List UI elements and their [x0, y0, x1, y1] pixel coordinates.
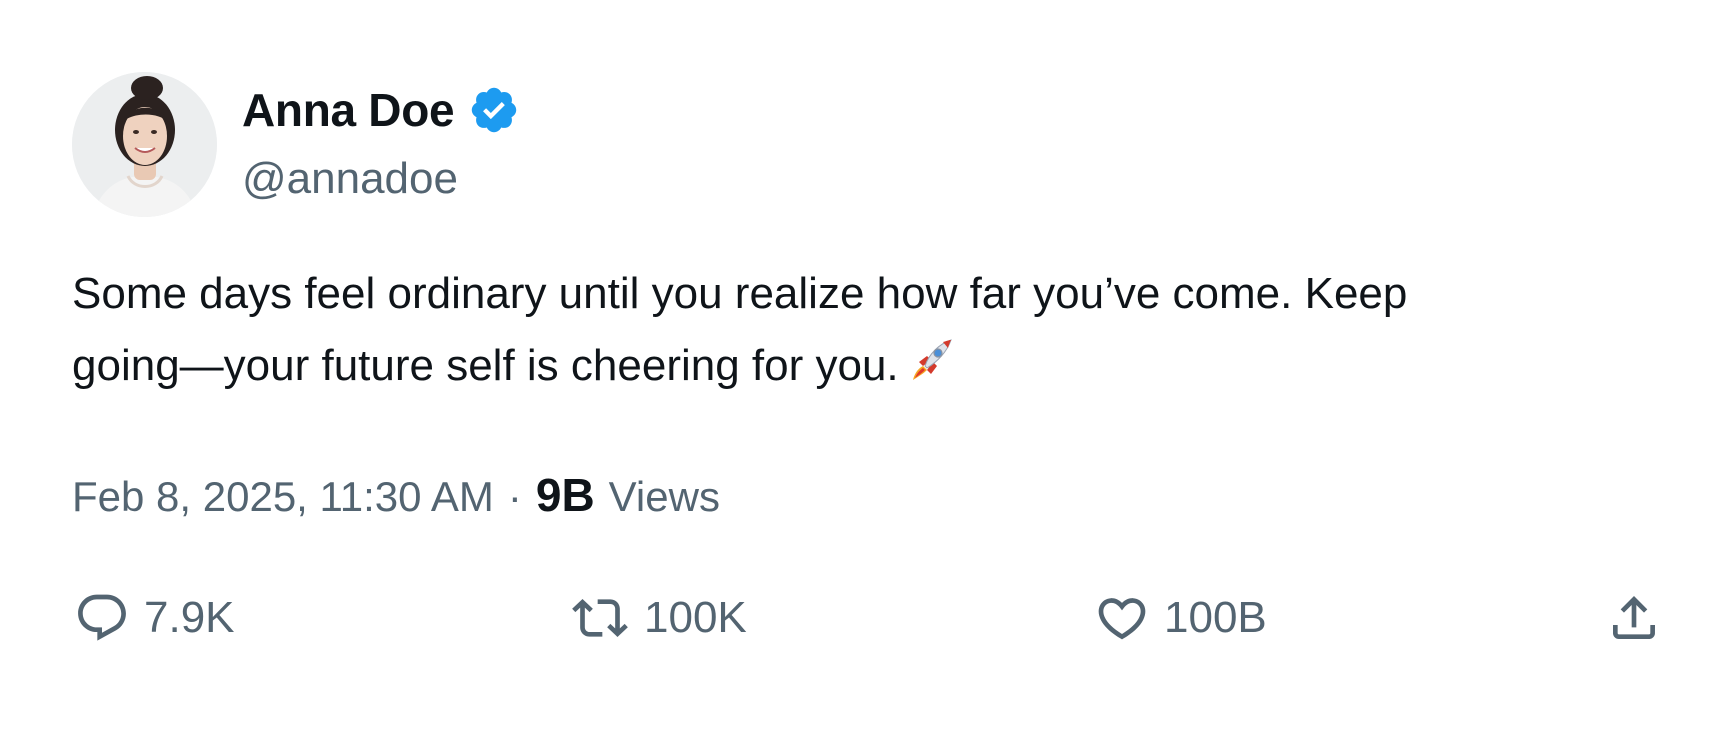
like-button[interactable]: 100B	[1094, 588, 1267, 648]
share-button[interactable]	[1606, 588, 1662, 648]
author-handle[interactable]: @annadoe	[242, 154, 458, 204]
like-count: 100B	[1164, 593, 1267, 642]
reply-icon	[74, 590, 130, 646]
post-text-line: going—your future self is cheering for y…	[72, 330, 1652, 408]
post-text: Some days feel ordinary until you realiz…	[72, 258, 1652, 408]
verified-badge-icon	[468, 84, 520, 136]
reply-button[interactable]: 7.9K	[74, 588, 235, 648]
repost-count: 100K	[644, 593, 747, 642]
post-card: Anna Doe @annadoe Some days feel ordinar…	[0, 0, 1728, 751]
post-meta: Feb 8, 2025, 11:30 AM · 9B Views	[72, 468, 720, 524]
timestamp[interactable]: Feb 8, 2025, 11:30 AM	[72, 473, 494, 521]
rocket-emoji-icon	[905, 336, 955, 408]
profile-photo-icon	[72, 72, 217, 217]
repost-icon	[570, 590, 630, 646]
avatar[interactable]	[72, 72, 217, 217]
meta-separator: ·	[507, 473, 522, 520]
reply-count: 7.9K	[144, 593, 235, 642]
repost-button[interactable]: 100K	[570, 588, 747, 648]
share-icon	[1606, 590, 1662, 646]
post-text-line-content: going—your future self is cheering for y…	[72, 341, 899, 390]
heart-icon	[1094, 590, 1150, 646]
views-label: Views	[608, 473, 720, 520]
post-text-line: Some days feel ordinary until you realiz…	[72, 269, 1408, 318]
author-name[interactable]: Anna Doe	[242, 83, 455, 137]
author-name-row: Anna Doe	[242, 80, 520, 140]
views-count: 9B	[535, 469, 595, 521]
